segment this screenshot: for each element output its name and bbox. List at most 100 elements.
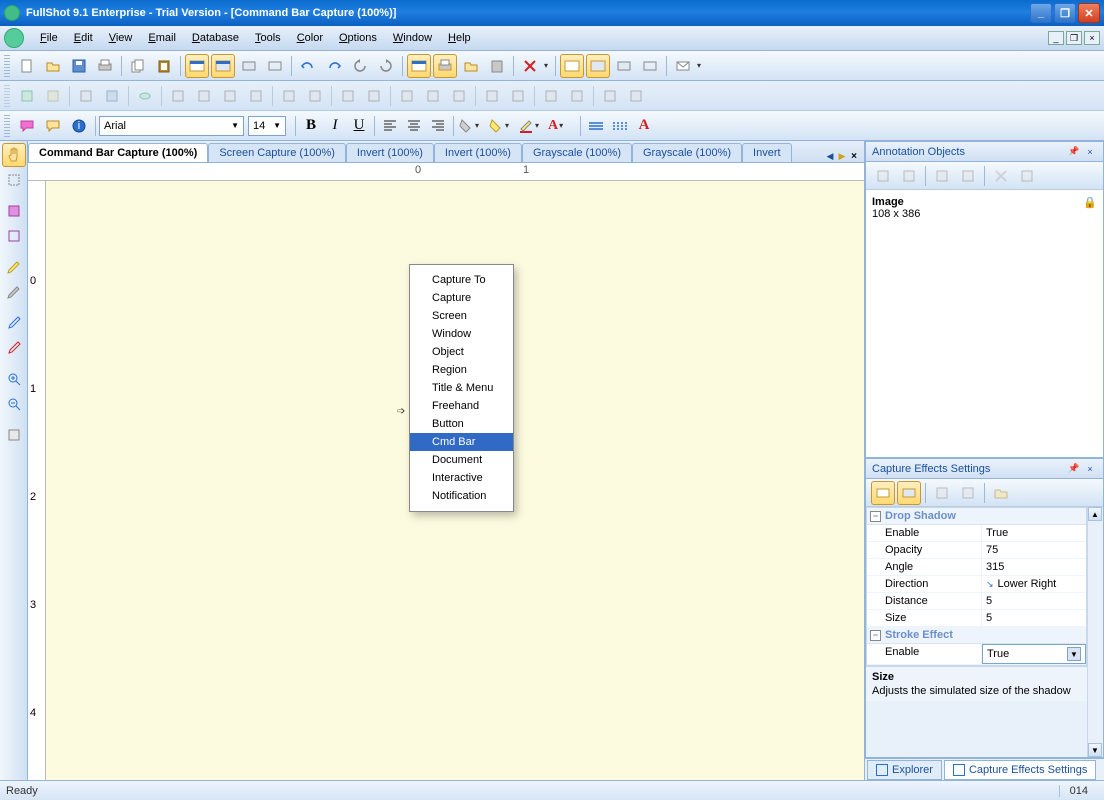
pin-icon[interactable]: 📌 [1067,462,1081,476]
db-btn-18[interactable] [506,84,530,108]
pencil-tool-button[interactable] [2,255,26,279]
db-btn-20[interactable] [565,84,589,108]
db-btn-6[interactable] [166,84,190,108]
db-btn-1[interactable] [15,84,39,108]
view-mode-1-button[interactable] [560,54,584,78]
menu-help[interactable]: Help [440,29,479,47]
capture-mode-1-button[interactable] [185,54,209,78]
db-btn-11[interactable] [303,84,327,108]
dropdown-arrow-icon[interactable]: ▼ [1067,647,1081,661]
property-row[interactable]: Size5 [867,610,1086,627]
underline-button[interactable]: U [348,115,370,137]
property-value[interactable]: ↘Lower Right [982,576,1086,592]
view-mode-4-button[interactable] [638,54,662,78]
mdi-close-button[interactable]: × [1084,31,1100,45]
crop-tool-button[interactable] [2,199,26,223]
email-dropdown-arrow[interactable]: ▾ [697,61,705,70]
document-tab[interactable]: Command Bar Capture (100%) [28,143,208,162]
rotate-left-button[interactable] [348,54,372,78]
app-menu-icon[interactable] [4,28,24,48]
line-style-2-button[interactable] [609,115,631,137]
db-btn-3[interactable] [74,84,98,108]
toolbar-grip-3[interactable] [4,115,10,137]
brush-tool-button[interactable] [2,280,26,304]
pin-icon[interactable]: 📌 [1067,145,1081,159]
text-color-a-button[interactable]: A [633,115,655,137]
property-value[interactable]: 5 [982,593,1086,609]
db-btn-4[interactable] [100,84,124,108]
anno-btn-1[interactable] [871,164,895,188]
db-btn-9[interactable] [244,84,268,108]
align-left-button[interactable] [379,115,401,137]
anno-btn-2[interactable] [897,164,921,188]
document-tab[interactable]: Screen Capture (100%) [208,143,346,162]
document-tab[interactable]: Invert [742,143,792,162]
property-row[interactable]: Angle315 [867,559,1086,576]
color-picker-button[interactable] [2,336,26,360]
db-btn-7[interactable] [192,84,216,108]
tab-scroll-right-button[interactable]: ▶ [836,150,848,162]
db-btn-2[interactable] [41,84,65,108]
collapse-toggle-icon[interactable]: − [870,511,881,522]
annotation-callout-button[interactable] [41,114,65,138]
menu-window[interactable]: Window [385,29,440,47]
view-mode-2-button[interactable] [586,54,610,78]
capture-mode-3-button[interactable] [237,54,261,78]
property-row[interactable]: EnableTrue [867,525,1086,542]
misc-tool-button[interactable] [2,423,26,447]
mdi-restore-button[interactable]: ❐ [1066,31,1082,45]
effects-btn-5[interactable] [989,481,1013,505]
menu-database[interactable]: Database [184,29,247,47]
db-btn-21[interactable] [598,84,622,108]
font-select[interactable]: Arial ▼ [99,116,244,136]
toolbar-grip[interactable] [4,55,10,77]
destination-editor-button[interactable] [407,54,431,78]
annotation-stamp-button[interactable]: i [67,114,91,138]
property-value[interactable]: 315 [982,559,1086,575]
zoom-in-button[interactable] [2,367,26,391]
db-btn-19[interactable] [539,84,563,108]
delete-button[interactable] [518,54,542,78]
menu-file[interactable]: File [32,29,66,47]
db-btn-12[interactable] [336,84,360,108]
eyedropper-tool-button[interactable] [2,311,26,335]
property-row[interactable]: EnableTrue▼ [867,644,1086,665]
anno-btn-5[interactable] [989,164,1013,188]
bold-button[interactable]: B [300,115,322,137]
save-button[interactable] [67,54,91,78]
effects-preset-2-button[interactable] [897,481,921,505]
canvas[interactable]: ➩ Capture ToCaptureScreenWindowObjectReg… [46,181,864,780]
tab-scroll-left-button[interactable]: ◀ [824,150,836,162]
property-value[interactable]: 75 [982,542,1086,558]
rotate-right-button[interactable] [374,54,398,78]
effects-btn-3[interactable] [930,481,954,505]
select-tool-button[interactable] [2,168,26,192]
align-center-button[interactable] [403,115,425,137]
menu-email[interactable]: Email [140,29,184,47]
destination-folder-button[interactable] [459,54,483,78]
delete-dropdown-arrow[interactable]: ▾ [544,61,552,70]
tab-close-button[interactable]: × [848,150,860,162]
effects-scrollbar[interactable]: ▲ ▼ [1087,507,1103,757]
db-btn-15[interactable] [421,84,445,108]
align-right-button[interactable] [427,115,449,137]
close-button[interactable]: ✕ [1078,3,1100,23]
scroll-up-button[interactable]: ▲ [1088,507,1102,521]
new-button[interactable] [15,54,39,78]
hand-tool-button[interactable] [2,143,26,167]
close-panel-button[interactable]: × [1083,462,1097,476]
property-category-stroke-effect[interactable]: − Stroke Effect [867,627,1086,644]
property-row[interactable]: Opacity75 [867,542,1086,559]
toolbar-grip-2[interactable] [4,85,10,107]
anno-btn-4[interactable] [956,164,980,188]
email-button[interactable] [671,54,695,78]
menu-edit[interactable]: Edit [66,29,101,47]
db-btn-17[interactable] [480,84,504,108]
anno-btn-6[interactable] [1015,164,1039,188]
db-btn-16[interactable] [447,84,471,108]
property-value[interactable]: True▼ [982,644,1086,664]
maximize-button[interactable]: ❐ [1054,3,1076,23]
side-tab-explorer[interactable]: Explorer [867,760,942,780]
document-tab[interactable]: Invert (100%) [346,143,434,162]
db-btn-13[interactable] [362,84,386,108]
